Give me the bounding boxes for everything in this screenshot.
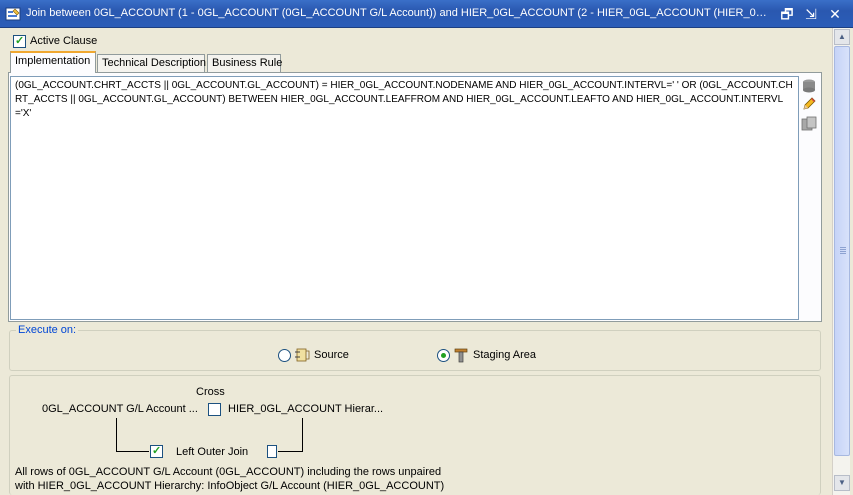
tab-implementation[interactable]: Implementation bbox=[10, 51, 96, 73]
join-icon bbox=[5, 7, 21, 21]
vertical-scrollbar[interactable]: ▲ ▼ bbox=[832, 28, 850, 495]
left-outer-join-label: Left Outer Join bbox=[176, 446, 249, 458]
right-table-label: HIER_0GL_ACCOUNT Hierar... bbox=[228, 403, 384, 415]
execute-on-group bbox=[9, 330, 821, 371]
left-table-label: 0GL_ACCOUNT G/L Account ... bbox=[42, 403, 198, 415]
join-expression-editor[interactable]: (0GL_ACCOUNT.CHRT_ACCTS || 0GL_ACCOUNT.G… bbox=[10, 76, 799, 320]
staging-area-radio[interactable] bbox=[437, 349, 450, 362]
source-radio[interactable] bbox=[278, 349, 291, 362]
pencil-icon[interactable] bbox=[801, 96, 817, 112]
join-description-line2: with HIER_0GL_ACCOUNT Hierarchy: InfoObj… bbox=[15, 480, 445, 492]
left-connector-vertical bbox=[116, 418, 117, 452]
right-connector-horizontal bbox=[278, 451, 302, 452]
scroll-down-arrow[interactable]: ▼ bbox=[834, 475, 850, 491]
restore-button[interactable]: 🗗 bbox=[778, 5, 796, 23]
join-description-line1: All rows of 0GL_ACCOUNT G/L Account (0GL… bbox=[15, 466, 442, 478]
active-clause-checkbox[interactable]: ✓ bbox=[13, 35, 26, 48]
cross-label: Cross bbox=[196, 386, 225, 398]
left-connector-horizontal bbox=[116, 451, 149, 452]
right-connector-vertical bbox=[302, 418, 303, 452]
source-icon bbox=[295, 348, 310, 362]
scroll-up-arrow[interactable]: ▲ bbox=[834, 29, 850, 45]
active-clause-label: Active Clause bbox=[30, 35, 98, 47]
title-bar: Join between 0GL_ACCOUNT (1 - 0GL_ACCOUN… bbox=[0, 0, 853, 28]
right-outer-join-checkbox[interactable] bbox=[267, 445, 277, 458]
cross-join-checkbox[interactable] bbox=[208, 403, 221, 416]
tab-technical-description[interactable]: Technical Description bbox=[97, 54, 206, 72]
database-icon[interactable] bbox=[801, 78, 817, 94]
source-label: Source bbox=[314, 349, 349, 361]
join-expression-text[interactable]: (0GL_ACCOUNT.CHRT_ACCTS || 0GL_ACCOUNT.G… bbox=[15, 79, 795, 121]
checkmark-icon: ✓ bbox=[152, 445, 162, 457]
expression-editor-icon[interactable] bbox=[801, 116, 817, 132]
checkmark-icon: ✓ bbox=[15, 35, 25, 47]
staging-area-icon bbox=[454, 348, 468, 363]
execute-on-legend: Execute on: bbox=[16, 324, 79, 336]
close-button[interactable]: ✕ bbox=[826, 5, 844, 23]
left-outer-join-checkbox[interactable]: ✓ bbox=[150, 445, 163, 458]
pin-button[interactable]: ⇲ bbox=[802, 5, 820, 23]
window-title: Join between 0GL_ACCOUNT (1 - 0GL_ACCOUN… bbox=[26, 7, 774, 19]
scroll-thumb[interactable] bbox=[834, 46, 850, 456]
staging-area-label: Staging Area bbox=[473, 349, 536, 361]
tab-business-rule[interactable]: Business Rule bbox=[207, 54, 282, 72]
